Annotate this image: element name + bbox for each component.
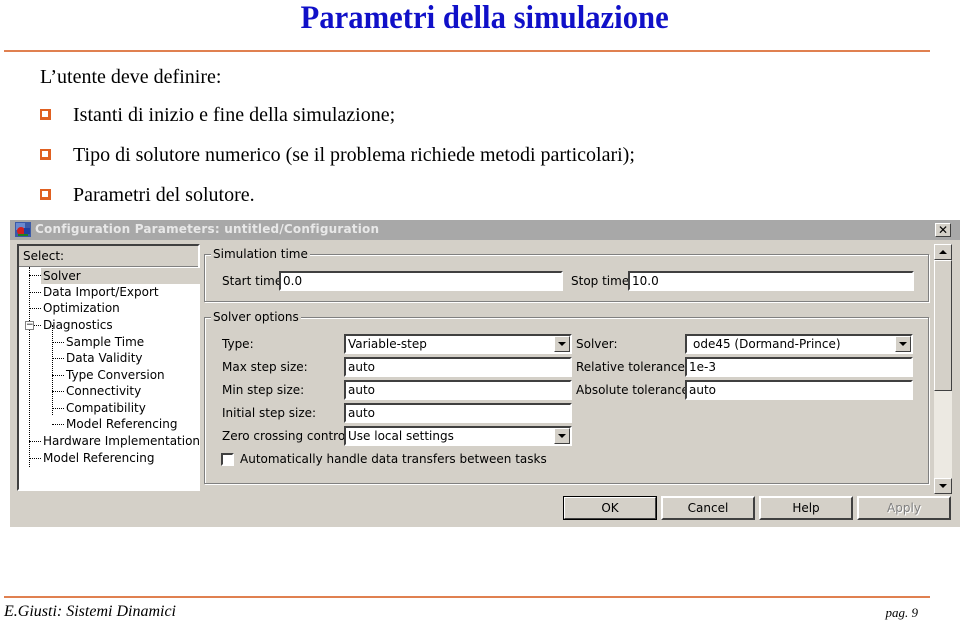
solver-label: Solver: — [576, 337, 618, 351]
chevron-down-icon — [558, 342, 566, 346]
tree-item-data-import-export[interactable]: Data Import/Export — [41, 284, 161, 300]
start-time-input[interactable]: 0.0 — [279, 271, 563, 291]
tree-item-compatibility[interactable]: Compatibility — [64, 400, 148, 416]
title-divider — [4, 50, 930, 52]
start-time-label: Start time: — [222, 274, 287, 288]
bullet-text: Istanti di inizio e fine della simulazio… — [73, 104, 396, 126]
solver-options-group: Solver options Type: Variable-step Solve… — [204, 310, 929, 484]
bullet-text: Parametri del solutore. — [73, 184, 255, 206]
simulation-time-label: Simulation time — [211, 247, 310, 261]
square-bullet-icon — [40, 109, 51, 120]
configuration-parameters-dialog: Configuration Parameters: untitled/Confi… — [10, 220, 960, 527]
scroll-down-button[interactable] — [934, 478, 952, 494]
tree-connector — [29, 441, 41, 442]
tree-connector — [52, 325, 53, 415]
tree-connector — [29, 292, 41, 293]
tree-connector — [29, 275, 41, 276]
tree-connector — [29, 267, 30, 467]
tree-item-model-referencing[interactable]: Model Referencing — [41, 450, 156, 466]
max-step-size-label: Max step size: — [222, 360, 308, 374]
auto-transfer-label[interactable]: Automatically handle data transfers betw… — [240, 452, 547, 466]
tree-item-optimization[interactable]: Optimization — [41, 300, 122, 316]
auto-transfer-checkbox[interactable] — [221, 453, 234, 466]
tree-connector — [52, 391, 64, 392]
apply-button[interactable]: Apply — [857, 496, 951, 520]
initial-step-size-input[interactable]: auto — [344, 403, 572, 423]
tree-connector — [52, 375, 64, 376]
tree-item-diagnostics-model-referencing[interactable]: Model Referencing — [64, 416, 179, 432]
zero-crossing-control-label: Zero crossing control: — [222, 429, 353, 443]
cancel-button[interactable]: Cancel — [661, 496, 755, 520]
type-select[interactable]: Variable-step — [344, 334, 572, 354]
tree-connector — [29, 308, 41, 309]
min-step-size-label: Min step size: — [222, 383, 305, 397]
tree-connector — [29, 458, 41, 459]
dialog-title: Configuration Parameters: untitled/Confi… — [35, 222, 380, 236]
tree-item-type-conversion[interactable]: Type Conversion — [64, 367, 167, 383]
simulation-time-group: Simulation time Start time: 0.0 Stop tim… — [204, 247, 929, 302]
close-icon: ✕ — [937, 223, 949, 237]
intro-text: L’utente deve definire: — [40, 66, 222, 88]
tree-connector — [52, 342, 64, 343]
chevron-down-icon — [558, 434, 566, 438]
chevron-up-icon — [939, 250, 947, 254]
relative-tolerance-label: Relative tolerance: — [576, 360, 689, 374]
slide-title: Parametri della simulazione — [300, 0, 669, 36]
zero-crossing-control-value: Use local settings — [348, 429, 454, 443]
tree-header: Select: — [19, 246, 198, 267]
tree-item-data-validity[interactable]: Data Validity — [64, 350, 145, 366]
square-bullet-icon — [40, 149, 51, 160]
tree-item-sample-time[interactable]: Sample Time — [64, 334, 146, 350]
min-step-size-input[interactable]: auto — [344, 380, 572, 400]
tree-connector — [52, 408, 64, 409]
solver-dropdown-button[interactable] — [895, 336, 911, 352]
category-tree-panel: Select: − Solver Data Import/Export Opti… — [17, 244, 200, 491]
relative-tolerance-input[interactable]: 1e-3 — [685, 357, 913, 377]
zero-crossing-control-select[interactable]: Use local settings — [344, 426, 572, 446]
collapse-icon[interactable]: − — [25, 321, 34, 330]
tree-connector — [52, 358, 64, 359]
type-dropdown-button[interactable] — [554, 336, 570, 352]
scrollbar-thumb[interactable] — [934, 260, 952, 391]
absolute-tolerance-input[interactable]: auto — [685, 380, 913, 400]
max-step-size-input[interactable]: auto — [344, 357, 572, 377]
footer-divider — [4, 596, 930, 598]
zero-crossing-dropdown-button[interactable] — [554, 428, 570, 444]
tree-connector — [52, 424, 64, 425]
initial-step-size-label: Initial step size: — [222, 406, 317, 420]
tree-connector — [34, 325, 41, 326]
tree-item-hardware-implementation[interactable]: Hardware Implementation — [41, 433, 202, 449]
tree-item-connectivity[interactable]: Connectivity — [64, 383, 143, 399]
type-select-value: Variable-step — [348, 337, 427, 351]
bullet-text: Tipo di solutore numerico (se il problem… — [73, 144, 635, 166]
dialog-titlebar[interactable]: Configuration Parameters: untitled/Confi… — [10, 220, 960, 240]
solver-select-value: ode45 (Dormand-Prince) — [693, 337, 841, 351]
bullet-item: Parametri del solutore. — [40, 184, 635, 224]
bullet-item: Tipo di solutore numerico (se il problem… — [40, 144, 635, 184]
type-label: Type: — [222, 337, 254, 351]
scroll-up-button[interactable] — [934, 244, 952, 260]
footer-author: E.Giusti: Sistemi Dinamici — [4, 603, 176, 620]
stop-time-label: Stop time: — [571, 274, 634, 288]
bullet-list: Istanti di inizio e fine della simulazio… — [40, 104, 635, 224]
chevron-down-icon — [899, 342, 907, 346]
simulink-app-icon — [15, 222, 31, 237]
solver-options-label: Solver options — [211, 310, 301, 324]
absolute-tolerance-label: Absolute tolerance: — [576, 383, 693, 397]
bullet-item: Istanti di inizio e fine della simulazio… — [40, 104, 635, 144]
ok-button[interactable]: OK — [563, 496, 657, 520]
vertical-scrollbar[interactable] — [934, 244, 952, 494]
page-number: pag. 9 — [885, 605, 919, 620]
help-button[interactable]: Help — [759, 496, 853, 520]
tree-item-solver[interactable]: Solver — [41, 268, 200, 284]
tree-item-diagnostics[interactable]: Diagnostics — [41, 317, 115, 333]
close-button[interactable]: ✕ — [935, 223, 951, 237]
chevron-down-icon — [939, 484, 947, 488]
solver-select[interactable]: ode45 (Dormand-Prince) — [685, 334, 913, 354]
stop-time-input[interactable]: 10.0 — [628, 271, 914, 291]
square-bullet-icon — [40, 189, 51, 200]
